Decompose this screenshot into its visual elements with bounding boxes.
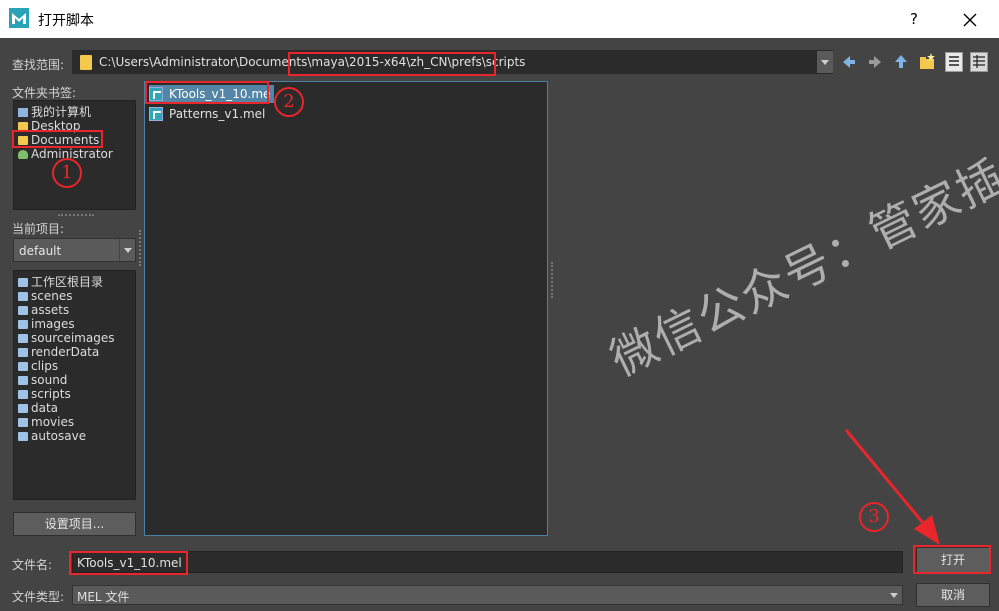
folder-label: assets [31, 303, 70, 317]
help-button[interactable]: ? [898, 6, 930, 32]
list-lines-icon [949, 56, 959, 66]
folder-icon [18, 362, 28, 371]
parent-directory-icon[interactable] [892, 52, 910, 72]
folder-label: clips [31, 359, 59, 373]
detail-view-icon[interactable] [970, 52, 988, 72]
chevron-down-icon [890, 593, 898, 598]
folder-label: autosave [31, 429, 87, 443]
mel-file-icon [149, 107, 163, 121]
list-item[interactable]: scenes [18, 289, 72, 303]
list-item[interactable]: sourceimages [18, 331, 114, 345]
annotation-arrow-icon [844, 429, 940, 545]
list-item[interactable]: 工作区根目录 [18, 275, 103, 289]
bookmark-item-desktop[interactable]: Desktop [18, 119, 81, 133]
bookmarks-list[interactable]: 我的计算机 Desktop Documents Administrator [13, 100, 136, 210]
detail-lines-icon [973, 55, 985, 68]
annotation-step-1: 1 [52, 158, 82, 188]
filetype-label: 文件类型: [12, 590, 65, 604]
folder-icon [18, 404, 28, 413]
bookmark-item-documents[interactable]: Documents [18, 133, 99, 147]
file-list[interactable]: KTools_v1_10.me Patterns_v1.mel [144, 81, 548, 536]
close-icon [963, 13, 977, 26]
list-item[interactable]: data [18, 401, 58, 415]
bookmark-item-computer[interactable]: 我的计算机 [18, 105, 91, 119]
list-item[interactable]: movies [18, 415, 74, 429]
folder-icon [18, 390, 28, 399]
project-folder-list[interactable]: 工作区根目录 scenes assets images sourceimages… [13, 270, 136, 500]
file-item-patterns[interactable]: Patterns_v1.mel [149, 105, 265, 123]
folder-icon [18, 376, 28, 385]
window-title: 打开脚本 [38, 13, 94, 29]
filename-value: KTools_v1_10.mel [77, 556, 182, 570]
back-icon[interactable] [840, 52, 858, 72]
folder-label: sourceimages [31, 331, 115, 345]
cancel-button[interactable]: 取消 [916, 583, 990, 607]
folder-label: images [31, 317, 75, 331]
folder-icon [18, 122, 28, 131]
folder-label: scenes [31, 289, 73, 303]
close-button[interactable] [952, 6, 988, 32]
folder-icon [18, 348, 28, 357]
list-item[interactable]: autosave [18, 429, 86, 443]
look-in-label: 查找范围: [12, 58, 65, 72]
folder-label: data [31, 401, 59, 415]
folder-icon [18, 320, 28, 329]
open-button[interactable]: 打开 [916, 547, 990, 573]
maya-app-icon [9, 8, 29, 28]
forward-icon[interactable] [866, 52, 884, 72]
folder-label: sound [31, 373, 68, 387]
folder-icon [18, 334, 28, 343]
watermark-text: 微信公众号：管家插件 [601, 127, 999, 387]
folder-icon [80, 55, 92, 70]
filename-label: 文件名: [12, 558, 53, 572]
folder-label: renderData [31, 345, 100, 359]
right-splitter[interactable] [551, 262, 553, 298]
folder-icon [18, 278, 28, 287]
folder-label: movies [31, 415, 75, 429]
file-name: KTools_v1_10.me [169, 87, 271, 101]
project-value: default [19, 244, 62, 258]
title-bar: 打开脚本 ? [0, 0, 999, 38]
look-in-combo[interactable]: C:\Users\Administrator\Documents\maya\20… [72, 50, 833, 74]
left-splitter[interactable] [139, 230, 141, 266]
folder-icon [18, 292, 28, 301]
look-in-path: C:\Users\Administrator\Documents\maya\20… [99, 55, 526, 69]
look-in-dropdown-button[interactable] [817, 51, 833, 73]
file-name: Patterns_v1.mel [169, 107, 266, 121]
bookmark-label: Desktop [31, 119, 81, 133]
folder-icon [18, 306, 28, 315]
bookmark-label: 我的计算机 [31, 105, 92, 119]
set-project-button[interactable]: 设置项目... [13, 512, 136, 536]
folder-label: 工作区根目录 [31, 275, 104, 289]
folder-label: scripts [31, 387, 71, 401]
list-item[interactable]: renderData [18, 345, 99, 359]
bookmark-label: Documents [31, 133, 100, 147]
computer-icon [18, 108, 28, 117]
folder-icon [18, 418, 28, 427]
list-item[interactable]: sound [18, 373, 67, 387]
filetype-value: MEL 文件 [77, 590, 130, 604]
new-folder-icon[interactable] [918, 52, 936, 72]
filename-input[interactable]: KTools_v1_10.mel [72, 551, 903, 573]
project-dropdown-button[interactable] [119, 239, 135, 261]
current-project-label: 当前项目: [12, 222, 65, 236]
list-item[interactable]: images [18, 317, 75, 331]
bookmarks-label: 文件夹书签: [12, 86, 77, 100]
list-view-icon[interactable] [945, 52, 963, 72]
filetype-dropdown-button[interactable] [886, 586, 902, 604]
list-item[interactable]: scripts [18, 387, 71, 401]
folder-icon [18, 136, 28, 145]
folder-icon [18, 432, 28, 441]
mel-file-icon [149, 87, 163, 101]
list-item[interactable]: clips [18, 359, 58, 373]
annotation-step-2: 2 [274, 87, 304, 117]
file-item-ktools[interactable]: KTools_v1_10.me [149, 85, 275, 103]
panel-splitter[interactable] [58, 214, 94, 216]
chevron-down-icon [124, 248, 132, 253]
filetype-select[interactable]: MEL 文件 [72, 585, 903, 605]
list-item[interactable]: assets [18, 303, 69, 317]
chevron-down-icon [821, 60, 829, 65]
project-select[interactable]: default [13, 238, 136, 262]
user-icon [18, 150, 28, 159]
